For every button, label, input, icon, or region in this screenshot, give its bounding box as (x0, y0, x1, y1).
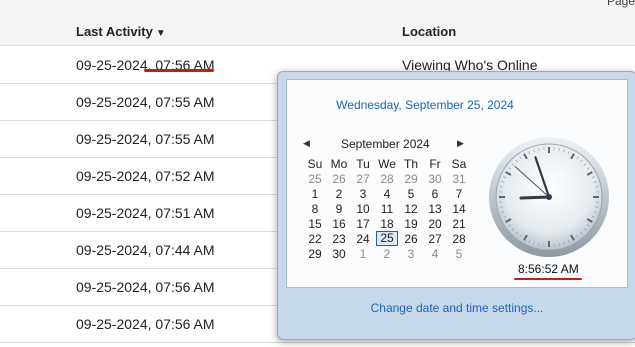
pagination-label: Page (606, 0, 635, 8)
full-date-link[interactable]: Wednesday, September 25, 2024 (287, 98, 563, 112)
weekday-label: Sa (451, 156, 467, 171)
calendar-day[interactable]: 30 (423, 171, 447, 186)
calendar-day[interactable]: 16 (327, 216, 351, 231)
month-label[interactable]: September 2024 (341, 137, 430, 151)
last-activity-cell: 09-25-2024, 07:56 AM (76, 279, 215, 295)
calendar-day[interactable]: 24 (351, 231, 375, 246)
location-header[interactable]: Location (402, 24, 456, 39)
calendar-day[interactable]: 7 (447, 186, 471, 201)
calendar-day[interactable]: 12 (399, 201, 423, 216)
weekday-label: Mo (330, 156, 348, 171)
calendar-day[interactable]: 5 (399, 186, 423, 201)
next-month-icon[interactable]: ▶ (457, 138, 464, 149)
calendar-day[interactable]: 4 (375, 186, 399, 201)
calendar-day[interactable]: 26 (327, 171, 351, 186)
calendar-day[interactable]: 11 (375, 201, 399, 216)
calendar-day[interactable]: 17 (351, 216, 375, 231)
calendar-day[interactable]: 31 (447, 171, 471, 186)
calendar-grid: Su Mo Tu We Th Fr Sa 25 26 27 28 29 30 31 1 2 3 4 5 6 7 8 9 10… (303, 156, 471, 261)
last-activity-cell: 09-25-2024, 07:51 AM (76, 205, 215, 221)
prev-month-icon[interactable]: ◀ (303, 138, 310, 149)
sort-desc-icon: ▼ (155, 28, 166, 39)
weekday-label: We (378, 156, 396, 171)
calendar-day[interactable]: 22 (303, 231, 327, 246)
calendar-day[interactable]: 20 (423, 216, 447, 231)
calendar-day[interactable]: 3 (351, 186, 375, 201)
last-activity-header[interactable]: Last Activity ▼ (76, 24, 166, 39)
calendar-day[interactable]: 10 (351, 201, 375, 216)
calendar-day[interactable]: 4 (423, 246, 447, 261)
weekday-label: Fr (429, 156, 441, 171)
calendar-day[interactable]: 5 (447, 246, 471, 261)
calendar-day[interactable]: 8 (303, 201, 327, 216)
calendar-day[interactable]: 13 (423, 201, 447, 216)
date-time-flyout: Wednesday, September 25, 2024 ◀ Septembe… (277, 71, 635, 340)
digital-time: 8:56:52 AM (518, 262, 579, 276)
time-red-underline (514, 278, 582, 280)
calendar-day[interactable]: 9 (327, 201, 351, 216)
clock-center (546, 194, 552, 200)
weekday-label: Th (403, 156, 418, 171)
last-activity-cell: 09-25-2024, 07:55 AM (76, 94, 215, 110)
last-activity-cell: 09-25-2024, 07:44 AM (76, 242, 215, 258)
last-activity-cell: 09-25-2024, 07:55 AM (76, 131, 215, 147)
calendar-day[interactable]: 21 (447, 216, 471, 231)
last-activity-cell: 09-25-2024, 07:52 AM (76, 168, 215, 184)
calendar-day[interactable]: 29 (303, 246, 327, 261)
calendar-day[interactable]: 2 (375, 246, 399, 261)
hour-hand (519, 195, 551, 200)
last-activity-cell: 09-25-2024, 07:56 AM (76, 316, 215, 332)
calendar-day[interactable]: 27 (351, 171, 375, 186)
calendar-day[interactable]: 28 (447, 231, 471, 246)
calendar-day[interactable]: 30 (327, 246, 351, 261)
weekday-label: Tu (356, 156, 370, 171)
calendar-day[interactable]: 1 (303, 186, 327, 201)
analog-clock (489, 137, 609, 257)
flyout-panel: Wednesday, September 25, 2024 ◀ Septembe… (286, 79, 628, 288)
calendar-day[interactable]: 19 (399, 216, 423, 231)
red-annotation-underline (144, 69, 214, 72)
calendar-day[interactable]: 18 (375, 216, 399, 231)
calendar-day[interactable]: 28 (375, 171, 399, 186)
calendar-day[interactable]: 1 (351, 246, 375, 261)
calendar-day[interactable]: 6 (423, 186, 447, 201)
change-date-time-settings-link[interactable]: Change date and time settings... (278, 301, 635, 315)
calendar-day[interactable]: 26 (399, 231, 423, 246)
calendar-day[interactable]: 29 (399, 171, 423, 186)
calendar-day[interactable]: 15 (303, 216, 327, 231)
calendar-day[interactable]: 2 (327, 186, 351, 201)
calendar-day[interactable]: 23 (327, 231, 351, 246)
calendar-day[interactable]: 3 (399, 246, 423, 261)
calendar-day[interactable]: 25 (303, 171, 327, 186)
calendar-day-today[interactable]: 25 (375, 231, 399, 246)
calendar-day[interactable]: 14 (447, 201, 471, 216)
table-header: Last Activity ▼ Location (0, 16, 635, 46)
weekday-label: Su (307, 156, 323, 171)
top-strip: Page (0, 0, 635, 17)
calendar-day[interactable]: 27 (423, 231, 447, 246)
